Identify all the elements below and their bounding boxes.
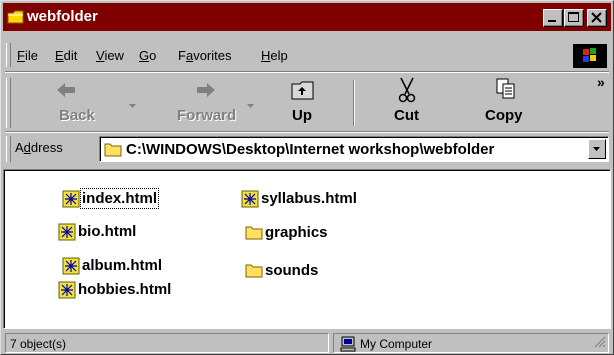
menu-go[interactable]: Go — [139, 48, 156, 63]
menu-file[interactable]: File — [17, 48, 38, 63]
file-name: album.html — [82, 257, 163, 274]
menu-view[interactable]: View — [96, 48, 124, 63]
window-title: webfolder — [27, 8, 98, 25]
up-label: Up — [292, 107, 312, 124]
forward-dropdown-arrow-icon[interactable] — [247, 96, 255, 114]
minimize-button[interactable] — [543, 9, 563, 27]
up-button[interactable]: Up — [278, 74, 338, 130]
html-file-icon — [62, 257, 80, 280]
back-label: Back — [59, 107, 95, 124]
scissors-icon — [398, 77, 416, 103]
address-grip[interactable] — [6, 136, 11, 162]
html-file-icon — [58, 223, 76, 246]
copy-button[interactable]: Copy — [471, 74, 541, 130]
status-bar: 7 object(s) My Computer — [3, 332, 611, 354]
object-count: 7 object(s) — [10, 337, 67, 351]
folder-icon — [104, 141, 122, 162]
maximize-icon — [568, 12, 579, 22]
file-name: hobbies.html — [78, 281, 172, 298]
windows-logo — [573, 44, 607, 68]
forward-label: Forward — [177, 107, 237, 124]
menu-separator — [5, 71, 609, 73]
computer-icon — [340, 336, 356, 355]
title-bar[interactable]: webfolder — [3, 3, 611, 31]
html-file-icon — [241, 190, 259, 213]
folder-icon — [245, 262, 263, 283]
file-name: syllabus.html — [261, 190, 357, 207]
menu-edit[interactable]: Edit — [55, 48, 77, 63]
folder-icon — [7, 9, 25, 30]
standard-toolbar: Back Forward Up Cut Copy » — [3, 74, 611, 130]
html-file-icon — [62, 190, 80, 213]
folder-icon — [245, 224, 263, 245]
menu-grip[interactable] — [6, 43, 11, 67]
windows-flag-icon — [583, 48, 596, 62]
file-name: bio.html — [78, 223, 137, 240]
status-count-pane: 7 object(s) — [5, 333, 329, 353]
maximize-button[interactable] — [564, 9, 584, 27]
toolbar-separator — [353, 80, 355, 126]
address-value: C:\WINDOWS\Desktop\Internet workshop\web… — [126, 141, 495, 158]
toolbar-more-chevron[interactable]: » — [597, 74, 605, 90]
status-zone-pane: My Computer — [333, 333, 609, 353]
cut-button[interactable]: Cut — [378, 74, 438, 130]
chevron-down-icon — [593, 147, 600, 151]
copy-label: Copy — [485, 107, 523, 124]
toolbar-separator-line — [5, 131, 609, 133]
copy-icon — [496, 78, 515, 99]
cut-label: Cut — [394, 107, 419, 124]
address-bar: Address C:\WINDOWS\Desktop\Internet work… — [3, 134, 611, 164]
back-button[interactable]: Back — [25, 74, 105, 130]
menu-bar: File Edit View Go Favorites Help — [3, 41, 611, 69]
back-arrow-icon — [57, 83, 75, 97]
toolbar-grip[interactable] — [6, 78, 11, 128]
zone-label: My Computer — [360, 337, 433, 351]
resize-grip-icon[interactable] — [594, 336, 606, 351]
up-folder-icon — [291, 81, 314, 100]
folder-name: sounds — [265, 262, 319, 279]
address-dropdown-button[interactable] — [588, 139, 606, 159]
menu-favorites[interactable]: Favorites — [178, 48, 231, 63]
folder-name: graphics — [265, 224, 328, 241]
forward-button[interactable]: Forward — [153, 74, 243, 130]
close-icon — [591, 12, 602, 23]
html-file-icon — [58, 281, 76, 304]
address-label: Address — [15, 140, 63, 155]
explorer-window: webfolder File Edit View Go Favorites He… — [0, 0, 614, 355]
minimize-icon — [548, 20, 556, 22]
close-button[interactable] — [587, 9, 607, 27]
file-list-view[interactable]: index.html bio.html album.html hobbies.h… — [3, 169, 611, 329]
back-dropdown-arrow-icon[interactable] — [129, 96, 137, 114]
file-name: index.html — [79, 188, 160, 209]
address-input[interactable]: C:\WINDOWS\Desktop\Internet workshop\web… — [99, 136, 609, 162]
forward-arrow-icon — [197, 83, 215, 97]
menu-help[interactable]: Help — [261, 48, 288, 63]
